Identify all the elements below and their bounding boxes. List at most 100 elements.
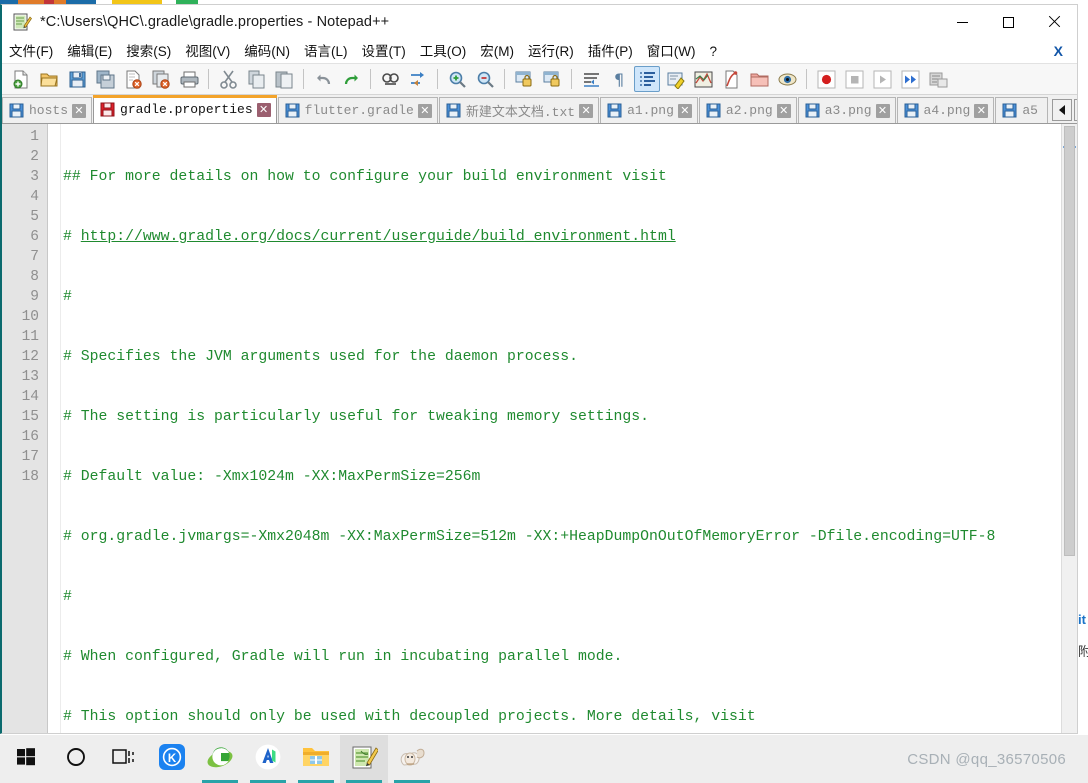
svg-text:¶: ¶ [614,70,624,89]
tab-close-icon[interactable]: ✕ [579,103,594,118]
windows-logo-icon [16,747,36,772]
show-all-characters-icon[interactable]: ¶ [606,66,632,92]
taskbar-android-studio[interactable] [244,735,292,783]
tab-close-icon[interactable]: ✕ [256,102,271,117]
save-icon[interactable] [64,66,90,92]
record-macro-icon[interactable] [813,66,839,92]
show-indent-guide-icon[interactable] [634,66,660,92]
zoom-out-icon[interactable] [472,66,498,92]
taskbar-notepad-plus-plus[interactable] [340,735,388,783]
code-line: # This option should only be used with d… [63,709,756,725]
close-file-icon[interactable] [120,66,146,92]
taskbar-internet-explorer[interactable] [196,735,244,783]
open-file-icon[interactable] [36,66,62,92]
folder-as-workspace-icon[interactable] [746,66,772,92]
taskbar-kingsoft[interactable]: K [148,735,196,783]
tab-gradle-properties[interactable]: gradle.properties ✕ [93,95,277,123]
url-link[interactable]: http://www.gradle.org/docs/current/userg… [81,229,676,245]
kingsoft-k-icon: K [159,743,185,775]
new-file-icon[interactable] [8,66,34,92]
taskbar-file-explorer[interactable] [292,735,340,783]
menu-edit[interactable]: 编辑(E) [60,40,119,63]
saved-file-icon [285,103,300,118]
task-view-button[interactable] [100,735,148,783]
minimize-button[interactable] [939,5,985,39]
menu-file[interactable]: 文件(F) [2,40,60,63]
tab-label: a5 [1022,103,1038,118]
word-wrap-icon[interactable] [578,66,604,92]
menu-macro[interactable]: 宏(M) [473,40,521,63]
close-document-button[interactable]: X [1054,43,1063,59]
user-defined-language-icon[interactable] [662,66,688,92]
print-icon[interactable] [176,66,202,92]
toolbar: ¶ [2,64,1077,95]
line-number: 7 [30,249,39,265]
code-line: # [63,289,72,305]
tab-close-icon[interactable]: ✕ [677,103,692,118]
menu-help[interactable]: ? [702,40,724,63]
tab-scroll-left-button[interactable] [1051,99,1072,121]
close-button[interactable] [1031,5,1077,39]
find-icon[interactable] [377,66,403,92]
notepad-plus-plus-window: *C:\Users\QHC\.gradle\gradle.properties … [0,4,1078,734]
saved-file-icon [904,103,919,118]
maximize-button[interactable] [985,5,1031,39]
editor-area[interactable]: 1 2 3 4 5 6 7 8 9 10 11 12 13 14 15 16 1… [2,124,1077,733]
save-all-icon[interactable] [92,66,118,92]
menu-window[interactable]: 窗口(W) [640,40,703,63]
tab-new-text-document[interactable]: 新建文本文档.txt ✕ [438,97,600,123]
cut-icon[interactable] [215,66,241,92]
taskbar-pomodoro[interactable] [388,735,436,783]
line-number: 3 [30,169,39,185]
menu-language[interactable]: 语言(L) [297,40,355,63]
copy-icon[interactable] [243,66,269,92]
line-number: 8 [30,269,39,285]
scrollbar-thumb[interactable] [1064,126,1075,556]
tab-close-icon[interactable]: ✕ [417,103,432,118]
function-list-icon[interactable] [718,66,744,92]
tab-scroll-right-button[interactable] [1073,99,1077,121]
title-bar[interactable]: *C:\Users\QHC\.gradle\gradle.properties … [2,5,1077,39]
menu-run[interactable]: 运行(R) [521,40,581,63]
tab-close-icon[interactable]: ✕ [72,103,87,118]
menu-search[interactable]: 搜索(S) [119,40,178,63]
toolbar-separator [571,69,572,89]
tab-a3-png[interactable]: a3.png ✕ [797,97,896,123]
tab-flutter-gradle[interactable]: flutter.gradle ✕ [277,97,438,123]
sync-horizontal-scroll-icon[interactable] [539,66,565,92]
menu-settings[interactable]: 设置(T) [355,40,413,63]
tab-label: gradle.properties [120,102,253,117]
close-all-icon[interactable] [148,66,174,92]
code-folding-margin[interactable] [48,124,61,733]
redo-icon[interactable] [338,66,364,92]
tab-hosts[interactable]: hosts ✕ [2,97,93,123]
menu-view[interactable]: 视图(V) [178,40,237,63]
vertical-scrollbar[interactable] [1061,124,1077,733]
line-number: 10 [21,309,39,325]
stop-recording-icon[interactable] [841,66,867,92]
run-macro-multiple-icon[interactable] [897,66,923,92]
tab-a4-png[interactable]: a4.png ✕ [896,97,995,123]
start-button[interactable] [0,735,52,783]
play-macro-icon[interactable] [869,66,895,92]
tab-close-icon[interactable]: ✕ [776,103,791,118]
zoom-in-icon[interactable] [444,66,470,92]
paste-icon[interactable] [271,66,297,92]
monitoring-icon[interactable] [774,66,800,92]
undo-icon[interactable] [310,66,336,92]
menu-encoding[interactable]: 编码(N) [237,40,297,63]
code-content[interactable]: ## For more details on how to configure … [61,124,1077,733]
sync-vertical-scroll-icon[interactable] [511,66,537,92]
show-document-map-icon[interactable] [690,66,716,92]
save-macro-icon[interactable] [925,66,951,92]
tab-close-icon[interactable]: ✕ [974,103,989,118]
tab-a1-png[interactable]: a1.png ✕ [600,97,698,123]
replace-icon[interactable] [405,66,431,92]
tab-a5-png[interactable]: a5 [995,97,1048,123]
tab-a2-png[interactable]: a2.png ✕ [698,97,797,123]
menu-tools[interactable]: 工具(O) [413,40,474,63]
tab-close-icon[interactable]: ✕ [875,103,890,118]
cortana-search-button[interactable] [52,735,100,783]
line-number: 11 [21,329,39,345]
menu-plugins[interactable]: 插件(P) [581,40,640,63]
